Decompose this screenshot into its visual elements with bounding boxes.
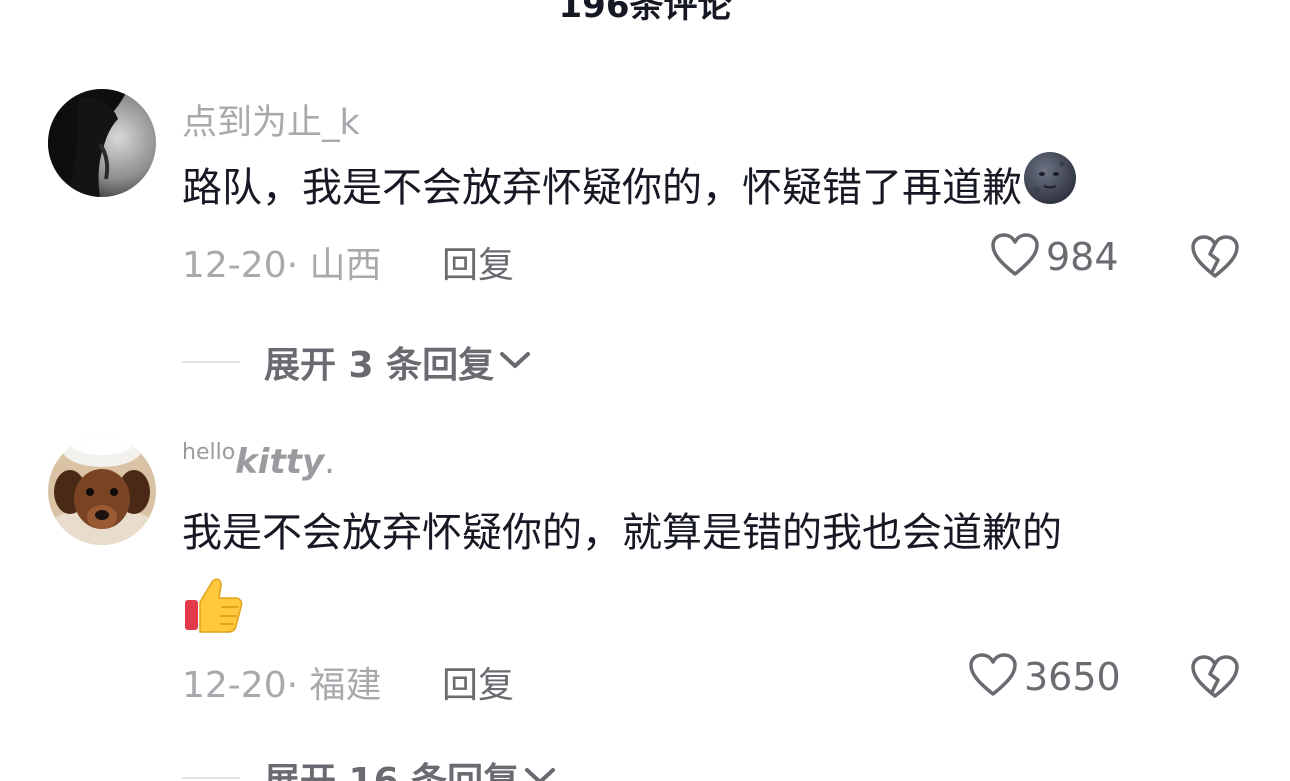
username[interactable]: 点到为止_k [182,94,360,145]
avatar[interactable] [48,437,156,545]
dislike-button[interactable] [1190,654,1240,704]
reply-button[interactable]: 回复 [442,656,514,708]
avatar[interactable] [48,89,156,197]
comment-location: 福建 [309,665,382,706]
comment-text-body: 我是不会放弃怀疑你的，就算是错的我也会道歉的 [182,510,1062,556]
chevron-down-icon [523,764,557,781]
dislike-button[interactable] [1190,234,1240,284]
broken-heart-icon [1190,235,1240,284]
comment-meta: 12-20· 山西 [182,245,382,286]
expand-replies[interactable]: 展开 3 条回复 [182,336,532,388]
comment-date: 12-20 [182,245,287,286]
comment-text-body: 路队，我是不会放弃怀疑你的，怀疑错了再道歉 [182,165,1022,211]
comment-date: 12-20 [182,665,287,706]
comment-location: 山西 [309,245,382,286]
like-button[interactable]: 984 [990,232,1119,282]
expand-replies-label: 展开 3 条回复 [264,345,495,386]
comment-text: 我是不会放弃怀疑你的，就算是错的我也会道歉的 [182,496,1212,570]
comment-count-title: 196条评论 [558,0,732,26]
username-prefix: hello [182,440,236,465]
comment-panel: 196条评论 点到为止_k 路队，我是不会放弃怀疑你的，怀疑错了再道歉 12-2… [0,0,1290,781]
new-moon-face-icon [1022,150,1078,230]
expand-replies[interactable]: 展开 16 条回复 [182,752,557,781]
chevron-down-icon [498,348,532,376]
comment-meta: 12-20· 福建 [182,665,382,706]
like-button[interactable]: 3650 [968,652,1121,702]
reply-button[interactable]: 回复 [442,236,514,288]
comment-text: 路队，我是不会放弃怀疑你的，怀疑错了再道歉 [182,150,1212,230]
heart-outline-icon [968,652,1018,702]
heart-outline-icon [990,232,1040,282]
username-main: kitty [235,442,325,482]
like-count: 3650 [1024,655,1121,699]
divider [182,777,240,779]
username-suffix: . [324,442,335,482]
expand-replies-label: 展开 16 条回复 [264,752,519,781]
like-count: 984 [1046,235,1119,279]
broken-heart-icon [1190,655,1240,704]
username[interactable]: hellokitty. [182,440,335,482]
divider [182,361,240,363]
thumbs-up-icon [182,574,244,640]
